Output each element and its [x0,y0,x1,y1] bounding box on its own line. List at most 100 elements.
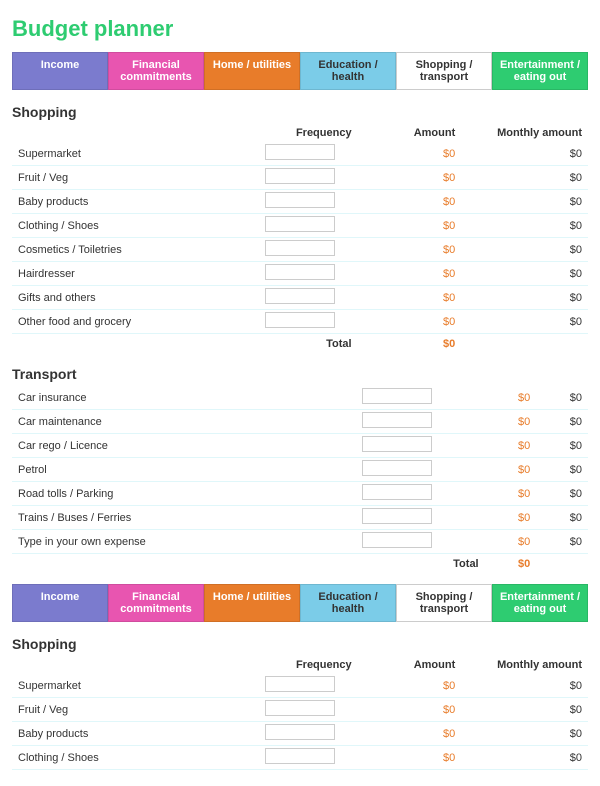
row-freq[interactable] [310,386,485,410]
col-frequency: Frequency [242,124,357,142]
row-label: Clothing / Shoes [12,214,242,238]
row-label: Car rego / Licence [12,434,310,458]
table-row: Baby products $0 $0 [12,190,588,214]
row-freq[interactable] [242,310,357,334]
table-row: Car maintenance $0 $0 [12,410,588,434]
table-row: Baby products $0 $0 [12,722,588,746]
col-label-2 [12,656,242,674]
table-row: Hairdresser $0 $0 [12,262,588,286]
shopping-section: Shopping Frequency Amount Monthly amount… [12,98,588,352]
row-label: Other food and grocery [12,310,242,334]
row-amount: $0 [485,458,537,482]
row-amount: $0 [358,142,462,166]
tab-shopping[interactable]: Shopping / transport [396,52,492,90]
row-freq[interactable] [242,214,357,238]
transport-title: Transport [12,360,588,386]
row-amount: $0 [485,530,537,554]
table-row: Gifts and others $0 $0 [12,286,588,310]
nav-tabs-top: Income Financial commitments Home / util… [12,52,588,90]
row-label: Trains / Buses / Ferries [12,506,310,530]
total-monthly [461,334,588,353]
row-freq[interactable] [242,698,357,722]
table-row: Clothing / Shoes $0 $0 [12,746,588,770]
table-row: Fruit / Veg $0 $0 [12,698,588,722]
row-monthly: $0 [461,142,588,166]
row-amount: $0 [358,238,462,262]
tab-income-2[interactable]: Income [12,584,108,622]
table-row: Car insurance $0 $0 [12,386,588,410]
row-amount: $0 [358,746,462,770]
row-freq[interactable] [242,238,357,262]
row-label: Type in your own expense [12,530,310,554]
page-title: Budget planner [12,16,588,42]
row-label: Gifts and others [12,286,242,310]
row-monthly: $0 [536,410,588,434]
row-monthly: $0 [461,746,588,770]
tab-education-2[interactable]: Education / health [300,584,396,622]
shopping-title: Shopping [12,98,588,124]
row-amount: $0 [485,506,537,530]
table-row: Fruit / Veg $0 $0 [12,166,588,190]
tab-home[interactable]: Home / utilities [204,52,300,90]
row-amount: $0 [485,410,537,434]
row-label: Supermarket [12,674,242,698]
row-monthly: $0 [461,698,588,722]
col-label [12,124,242,142]
tab-entertainment[interactable]: Entertainment / eating out [492,52,588,90]
row-monthly: $0 [461,214,588,238]
tab-income[interactable]: Income [12,52,108,90]
table-row: Other food and grocery $0 $0 [12,310,588,334]
col-frequency-2: Frequency [242,656,357,674]
row-monthly: $0 [461,238,588,262]
row-amount: $0 [358,674,462,698]
total-label: Total [12,334,358,353]
row-freq[interactable] [242,746,357,770]
total-row: Total $0 [12,334,588,353]
row-freq[interactable] [242,190,357,214]
row-freq[interactable] [310,482,485,506]
row-amount: $0 [358,698,462,722]
row-freq[interactable] [242,674,357,698]
row-monthly: $0 [461,286,588,310]
row-freq[interactable] [242,722,357,746]
table-row: Cosmetics / Toiletries $0 $0 [12,238,588,262]
row-freq[interactable] [310,506,485,530]
nav-tabs-bottom: Income Financial commitments Home / util… [12,584,588,622]
tab-financial-2[interactable]: Financial commitments [108,584,204,622]
row-amount: $0 [358,214,462,238]
row-freq[interactable] [310,410,485,434]
total-monthly [536,554,588,573]
row-amount: $0 [485,386,537,410]
row-monthly: $0 [536,458,588,482]
row-amount: $0 [485,434,537,458]
table-row: Road tolls / Parking $0 $0 [12,482,588,506]
tab-shopping-2[interactable]: Shopping / transport [396,584,492,622]
tab-financial[interactable]: Financial commitments [108,52,204,90]
row-freq[interactable] [242,142,357,166]
row-label: Baby products [12,722,242,746]
row-label: Cosmetics / Toiletries [12,238,242,262]
row-freq[interactable] [310,530,485,554]
row-monthly: $0 [536,482,588,506]
row-label: Supermarket [12,142,242,166]
row-label: Road tolls / Parking [12,482,310,506]
row-label: Hairdresser [12,262,242,286]
tab-entertainment-2[interactable]: Entertainment / eating out [492,584,588,622]
row-monthly: $0 [461,310,588,334]
row-freq[interactable] [242,262,357,286]
row-freq[interactable] [310,434,485,458]
row-amount: $0 [358,262,462,286]
tab-education[interactable]: Education / health [300,52,396,90]
row-freq[interactable] [242,166,357,190]
col-monthly-2: Monthly amount [461,656,588,674]
row-freq[interactable] [242,286,357,310]
row-amount: $0 [358,190,462,214]
row-amount: $0 [485,482,537,506]
row-monthly: $0 [536,506,588,530]
row-monthly: $0 [536,386,588,410]
shopping-table-2: Frequency Amount Monthly amount Supermar… [12,656,588,770]
tab-home-2[interactable]: Home / utilities [204,584,300,622]
table-row: Car rego / Licence $0 $0 [12,434,588,458]
total-label: Total [12,554,485,573]
row-freq[interactable] [310,458,485,482]
